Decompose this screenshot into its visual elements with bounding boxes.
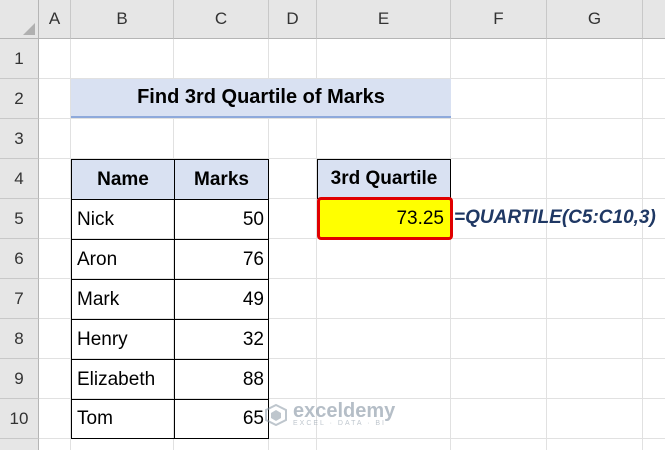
marks-cell[interactable]: 32 — [174, 319, 269, 360]
marks-cell[interactable]: 65 — [174, 399, 269, 439]
marks-cell[interactable]: 76 — [174, 239, 269, 280]
marks-cell[interactable]: 50 — [174, 199, 269, 240]
watermark-name: exceldemy — [293, 400, 396, 422]
row-header-1[interactable]: 1 — [0, 39, 39, 79]
sheet-title[interactable]: Find 3rd Quartile of Marks — [71, 79, 451, 118]
select-all-corner[interactable] — [0, 0, 39, 39]
column-header-e[interactable]: E — [317, 0, 451, 39]
formula-annotation: =QUARTILE(C5:C10,3) — [454, 207, 656, 228]
row-header-11-partial[interactable] — [0, 439, 39, 450]
quartile-result-cell[interactable]: 73.25 — [317, 197, 453, 240]
gridline — [546, 39, 547, 450]
column-header-b[interactable]: B — [71, 0, 174, 39]
column-header-c[interactable]: C — [174, 0, 269, 39]
table-header-name[interactable]: Name — [71, 159, 175, 200]
quartile-header[interactable]: 3rd Quartile — [317, 159, 451, 199]
gridline — [39, 118, 665, 119]
gridline — [642, 39, 643, 450]
column-header-a[interactable]: A — [39, 0, 71, 39]
exceldemy-logo-icon — [265, 403, 287, 426]
marks-cell[interactable]: 49 — [174, 279, 269, 320]
row-header-4[interactable]: 4 — [0, 159, 39, 199]
name-cell[interactable]: Nick — [71, 199, 175, 240]
exceldemy-watermark: exceldemy EXCEL · DATA · BI — [265, 400, 396, 427]
column-header-h-partial[interactable] — [643, 0, 665, 39]
name-cell[interactable]: Elizabeth — [71, 359, 175, 400]
column-header-g[interactable]: G — [547, 0, 643, 39]
row-header-10[interactable]: 10 — [0, 399, 39, 439]
row-header-3[interactable]: 3 — [0, 119, 39, 159]
row-header-7[interactable]: 7 — [0, 279, 39, 319]
row-header-6[interactable]: 6 — [0, 239, 39, 279]
select-all-triangle-icon — [23, 23, 35, 35]
name-cell[interactable]: Mark — [71, 279, 175, 320]
row-header-5[interactable]: 5 — [0, 199, 39, 239]
row-header-2[interactable]: 2 — [0, 79, 39, 119]
row-header-9[interactable]: 9 — [0, 359, 39, 399]
row-header-8[interactable]: 8 — [0, 319, 39, 359]
name-cell[interactable]: Aron — [71, 239, 175, 280]
name-cell[interactable]: Henry — [71, 319, 175, 360]
watermark-tagline: EXCEL · DATA · BI — [293, 420, 386, 427]
name-cell[interactable]: Tom — [71, 399, 175, 439]
column-header-f[interactable]: F — [451, 0, 547, 39]
table-header-marks[interactable]: Marks — [174, 159, 269, 200]
spreadsheet: A B C D E F G 1 2 3 4 5 6 7 8 9 10 Find … — [0, 0, 665, 450]
column-header-d[interactable]: D — [269, 0, 317, 39]
marks-cell[interactable]: 88 — [174, 359, 269, 400]
